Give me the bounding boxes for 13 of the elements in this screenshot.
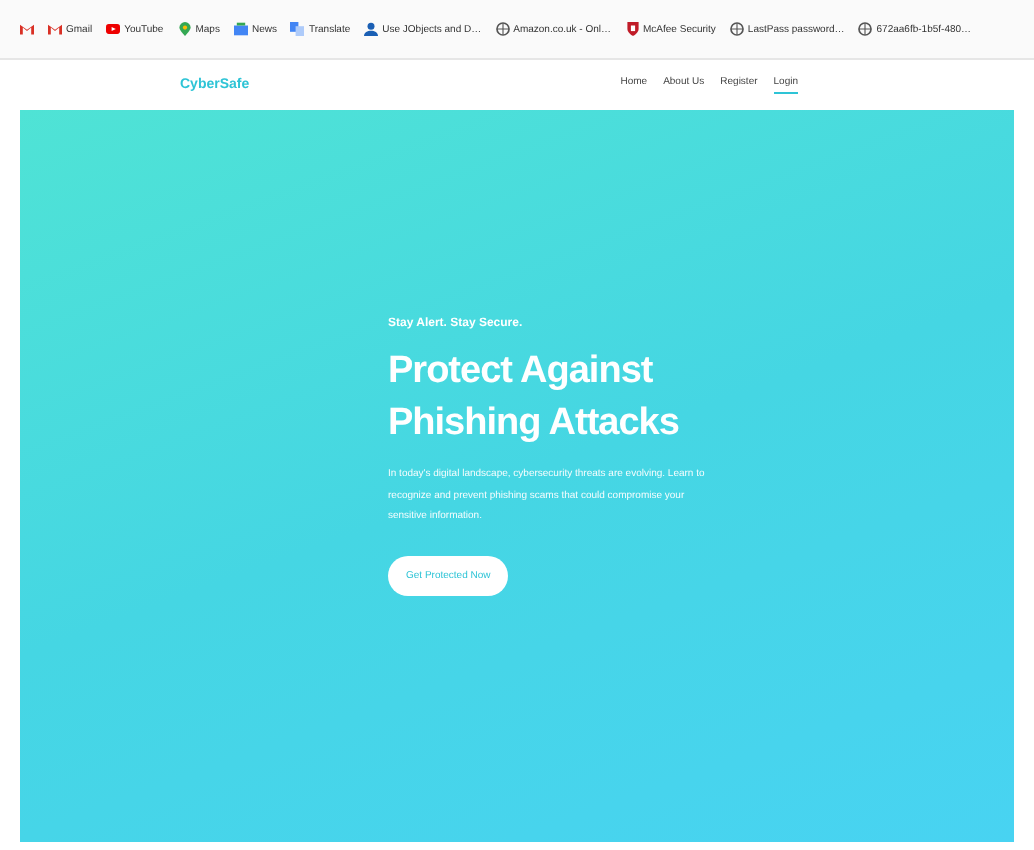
globe-icon xyxy=(729,22,744,36)
person-icon xyxy=(364,22,379,36)
bookmark-link[interactable] xyxy=(20,22,34,36)
play-icon xyxy=(106,22,121,36)
shield-icon xyxy=(625,22,640,36)
news-icon xyxy=(233,22,248,36)
globe-icon xyxy=(495,22,510,36)
hero-heading: Protect Against Phishing Attacks xyxy=(388,348,681,448)
translate-icon xyxy=(290,22,305,36)
mail-icon xyxy=(20,22,34,36)
mail-icon xyxy=(48,22,62,36)
map-pin-icon xyxy=(177,22,192,36)
globe-icon xyxy=(858,22,873,36)
